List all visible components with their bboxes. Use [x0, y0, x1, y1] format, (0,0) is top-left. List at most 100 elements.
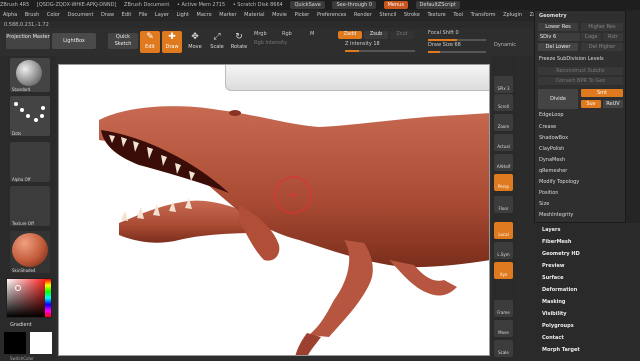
- default-zscript-button[interactable]: DefaultZScript: [415, 1, 460, 9]
- scale-view-button[interactable]: Scale: [494, 340, 513, 357]
- draw-button[interactable]: ✚ Draw: [162, 31, 182, 53]
- quick-sketch-button[interactable]: Quick Sketch: [108, 33, 138, 49]
- menu-masking[interactable]: Masking: [542, 299, 566, 305]
- main-color-swatch[interactable]: [4, 332, 26, 354]
- qremesher-subpalette[interactable]: qRemesher: [539, 168, 567, 174]
- meshintegrity-subpalette[interactable]: MeshIntegrity: [539, 212, 573, 218]
- suv-button[interactable]: Suv: [581, 100, 601, 108]
- menu-render[interactable]: Render: [354, 12, 372, 18]
- menu-layer[interactable]: Layer: [155, 12, 169, 18]
- menu-geometry-hd[interactable]: Geometry HD: [542, 251, 580, 257]
- menu-zplugin[interactable]: Zplugin: [503, 12, 522, 18]
- dynamesh-subpalette[interactable]: DynaMesh: [539, 157, 565, 163]
- rotate-button[interactable]: ↻ Rotate: [229, 31, 249, 53]
- actual-button[interactable]: Actual: [494, 134, 513, 151]
- rgb-button[interactable]: Rgb: [282, 31, 292, 37]
- menu-color[interactable]: Color: [47, 12, 60, 18]
- local-button[interactable]: Local: [494, 222, 513, 239]
- alpha-thumbnail[interactable]: Alpha Off: [10, 142, 50, 182]
- lower-res-button[interactable]: Lower Res: [538, 23, 578, 31]
- menu-file[interactable]: File: [139, 12, 147, 18]
- menu-marker[interactable]: Marker: [219, 12, 236, 18]
- geometry-title[interactable]: Geometry: [539, 13, 567, 19]
- del-higher-button[interactable]: Del Higher: [581, 43, 623, 51]
- menu-picker[interactable]: Picker: [294, 12, 309, 18]
- claypolish-subpalette[interactable]: ClayPolish: [539, 146, 564, 152]
- menu-document[interactable]: Document: [68, 12, 94, 18]
- freeze-subdivision-button[interactable]: Freeze SubDivision Levels: [539, 56, 604, 62]
- menu-draw[interactable]: Draw: [101, 12, 114, 18]
- m-button[interactable]: M: [310, 31, 314, 37]
- menu-edit[interactable]: Edit: [122, 12, 132, 18]
- move-button[interactable]: ✥ Move: [185, 31, 205, 53]
- xyz-button[interactable]: Xyz: [494, 262, 513, 279]
- menu-deformation[interactable]: Deformation: [542, 287, 577, 293]
- zadd-button[interactable]: Zadd: [338, 31, 362, 39]
- dynamic-button[interactable]: Dynamic: [494, 42, 516, 48]
- menu-alpha[interactable]: Alpha: [3, 12, 17, 18]
- reconstruct-subdiv-button[interactable]: Reconstruct Subdiv: [538, 67, 623, 75]
- menu-material[interactable]: Material: [244, 12, 264, 18]
- persp-button[interactable]: Persp: [494, 174, 513, 191]
- lightbox-button[interactable]: LightBox: [52, 33, 96, 49]
- menu-morph-target[interactable]: Morph Target: [542, 347, 580, 353]
- shadowbox-subpalette[interactable]: ShadowBox: [539, 135, 568, 141]
- menu-contact[interactable]: Contact: [542, 335, 564, 341]
- projection-master-button[interactable]: Projection Master: [6, 33, 50, 49]
- rgb-intensity-slider[interactable]: Rgb Intensity: [254, 40, 334, 52]
- smt-button[interactable]: Smt: [581, 89, 623, 97]
- focal-shift-slider[interactable]: Focal Shift 0: [428, 30, 488, 42]
- sdiv-slider[interactable]: SDiv 6: [538, 33, 580, 41]
- menu-preferences[interactable]: Preferences: [317, 12, 346, 18]
- scroll-button[interactable]: Scroll: [494, 94, 513, 111]
- menu-movie[interactable]: Movie: [272, 12, 287, 18]
- size-subpalette[interactable]: Size: [539, 201, 549, 207]
- crease-subpalette[interactable]: Crease: [539, 124, 556, 130]
- spix-button[interactable]: SPix 3: [494, 76, 513, 93]
- convert-bpr-button[interactable]: Convert BPR To Geo: [538, 77, 623, 85]
- modify-topology-subpalette[interactable]: Modify Topology: [539, 179, 579, 185]
- menu-macro[interactable]: Macro: [197, 12, 212, 18]
- z-intensity-slider[interactable]: Z Intensity 18: [345, 41, 425, 53]
- menu-transform[interactable]: Transform: [471, 12, 496, 18]
- material-thumbnail[interactable]: SkinShade4: [10, 231, 50, 273]
- scale-button[interactable]: ⤢ Scale: [207, 31, 227, 53]
- move-view-button[interactable]: Move: [494, 320, 513, 337]
- draw-size-slider[interactable]: Draw Size 68: [428, 42, 488, 54]
- menu-layers[interactable]: Layers: [542, 227, 561, 233]
- menu-stroke[interactable]: Stroke: [404, 12, 420, 18]
- see-through-slider[interactable]: See-through 0: [332, 1, 377, 9]
- menu-polygroups[interactable]: Polygroups: [542, 323, 574, 329]
- menu-surface[interactable]: Surface: [542, 275, 564, 281]
- menu-stencil[interactable]: Stencil: [379, 12, 396, 18]
- floor-button[interactable]: Floor: [494, 196, 513, 213]
- lsym-button[interactable]: L.Sym: [494, 242, 513, 259]
- edit-button[interactable]: ✎ Edit: [140, 31, 160, 53]
- menu-tool[interactable]: Tool: [453, 12, 463, 18]
- menu-texture[interactable]: Texture: [427, 12, 445, 18]
- mrgb-button[interactable]: Mrgb: [254, 31, 267, 37]
- reuv-button[interactable]: ReUV: [603, 100, 623, 108]
- secondary-color-swatch[interactable]: [30, 332, 52, 354]
- aahalf-button[interactable]: AAHalf: [494, 154, 513, 171]
- menu-visibility[interactable]: Visibility: [542, 311, 567, 317]
- switch-color-button[interactable]: SwitchColor: [10, 356, 34, 361]
- color-picker[interactable]: [6, 278, 52, 318]
- zcut-button[interactable]: Zcut: [390, 31, 414, 39]
- divide-button[interactable]: Divide: [538, 89, 578, 109]
- menu-light[interactable]: Light: [176, 12, 188, 18]
- menus-button[interactable]: Menus: [383, 1, 408, 9]
- zsub-button[interactable]: Zsub: [364, 31, 388, 39]
- menu-fibermesh[interactable]: FiberMesh: [542, 239, 571, 245]
- document-canvas[interactable]: [58, 64, 490, 356]
- menu-brush[interactable]: Brush: [25, 12, 39, 18]
- quicksave-button[interactable]: QuickSave: [290, 1, 325, 9]
- brush-thumbnail[interactable]: Standard: [10, 58, 50, 92]
- position-subpalette[interactable]: Position: [539, 190, 558, 196]
- stroke-thumbnail[interactable]: Dots: [10, 96, 50, 136]
- higher-res-button[interactable]: Higher Res: [581, 23, 623, 31]
- texture-thumbnail[interactable]: Texture Off: [10, 186, 50, 226]
- rstr-button[interactable]: Rstr: [603, 33, 623, 41]
- cage-button[interactable]: Cage: [581, 33, 601, 41]
- zoom-button[interactable]: Zoom: [494, 114, 513, 131]
